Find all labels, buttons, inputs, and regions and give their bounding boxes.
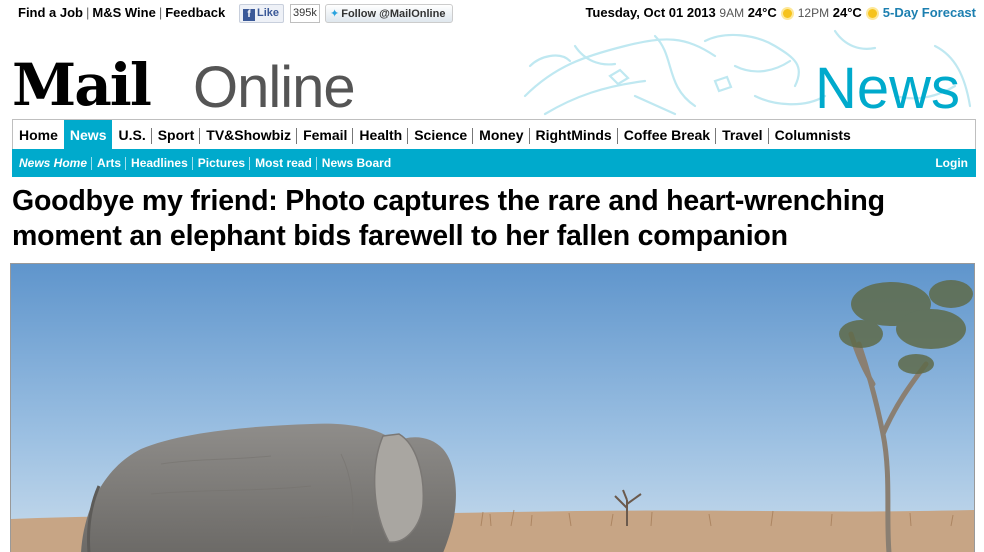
- weather-time-2: 12PM: [797, 6, 830, 20]
- elephant-photo: [11, 264, 974, 552]
- nav-item-home[interactable]: Home: [13, 120, 64, 150]
- online-logo[interactable]: Online: [193, 59, 356, 117]
- article-photo[interactable]: [10, 263, 975, 552]
- five-day-forecast-link[interactable]: 5-Day Forecast: [883, 5, 976, 20]
- facebook-like-label: Like: [257, 7, 280, 19]
- subnav-item-news-board[interactable]: News Board: [315, 156, 396, 170]
- nav-item-coffee-break[interactable]: Coffee Break: [616, 120, 716, 150]
- twitter-follow-label: Follow @MailOnline: [341, 8, 446, 20]
- sub-navigation: News Home Arts Headlines Pictures Most r…: [12, 149, 976, 177]
- feedback-link[interactable]: Feedback: [165, 5, 225, 20]
- utility-links: Find a Job | M&S Wine | Feedback: [18, 5, 225, 20]
- twitter-bird-icon: ✦: [330, 8, 340, 20]
- subnav-item-most-read[interactable]: Most read: [249, 156, 317, 170]
- nav-item-femail[interactable]: Femail: [296, 120, 353, 150]
- twitter-follow-button[interactable]: ✦ Follow @MailOnline: [325, 4, 453, 23]
- weather-widget: Tuesday, Oct 01 2013 9AM 24°C 12PM 24°C 5-…: [585, 5, 976, 20]
- weather-temp-2: 24°C: [832, 5, 862, 20]
- article-headline: Goodbye my friend: Photo captures the ra…: [12, 185, 885, 252]
- find-a-job-link[interactable]: Find a Job: [18, 5, 83, 20]
- ms-wine-link[interactable]: M&S Wine: [92, 5, 155, 20]
- nav-item-news[interactable]: News: [63, 119, 113, 150]
- nav-item-travel[interactable]: Travel: [715, 120, 768, 150]
- section-title: News: [814, 56, 960, 121]
- nav-item-columnists[interactable]: Columnists: [767, 120, 857, 150]
- mail-logo[interactable]: Mail: [12, 56, 152, 114]
- weather-time-1: 9AM: [719, 6, 745, 20]
- weather-temp-1: 24°C: [747, 5, 777, 20]
- separator: |: [158, 5, 163, 20]
- sun-icon: [867, 9, 877, 18]
- nav-item-us[interactable]: U.S.: [112, 120, 151, 150]
- sun-icon: [782, 9, 792, 18]
- subnav-item-arts[interactable]: Arts: [91, 156, 126, 170]
- nav-item-sport[interactable]: Sport: [150, 120, 201, 150]
- masthead: Mail Online News: [0, 26, 984, 118]
- nav-item-rightminds[interactable]: RightMinds: [528, 120, 618, 150]
- login-link[interactable]: Login: [935, 156, 976, 170]
- facebook-icon: f: [243, 9, 255, 21]
- nav-item-tv-showbiz[interactable]: TV&Showbiz: [199, 120, 297, 150]
- top-utility-bar: Find a Job | M&S Wine | Feedback f Like 395k …: [0, 0, 984, 26]
- facebook-like-button[interactable]: f Like: [239, 4, 284, 23]
- subnav-item-news-home[interactable]: News Home: [14, 156, 92, 170]
- subnav-item-pictures[interactable]: Pictures: [191, 156, 250, 170]
- subnav-item-headlines[interactable]: Headlines: [125, 156, 193, 170]
- nav-item-science[interactable]: Science: [407, 120, 473, 150]
- facebook-like-count: 395k: [290, 4, 320, 23]
- separator: |: [86, 5, 90, 20]
- nav-item-health[interactable]: Health: [352, 120, 408, 150]
- nav-item-money[interactable]: Money: [472, 120, 529, 150]
- main-navigation: Home News U.S. Sport TV&Showbiz Femail H…: [12, 119, 976, 150]
- current-date: Tuesday, Oct 01 2013: [585, 5, 716, 20]
